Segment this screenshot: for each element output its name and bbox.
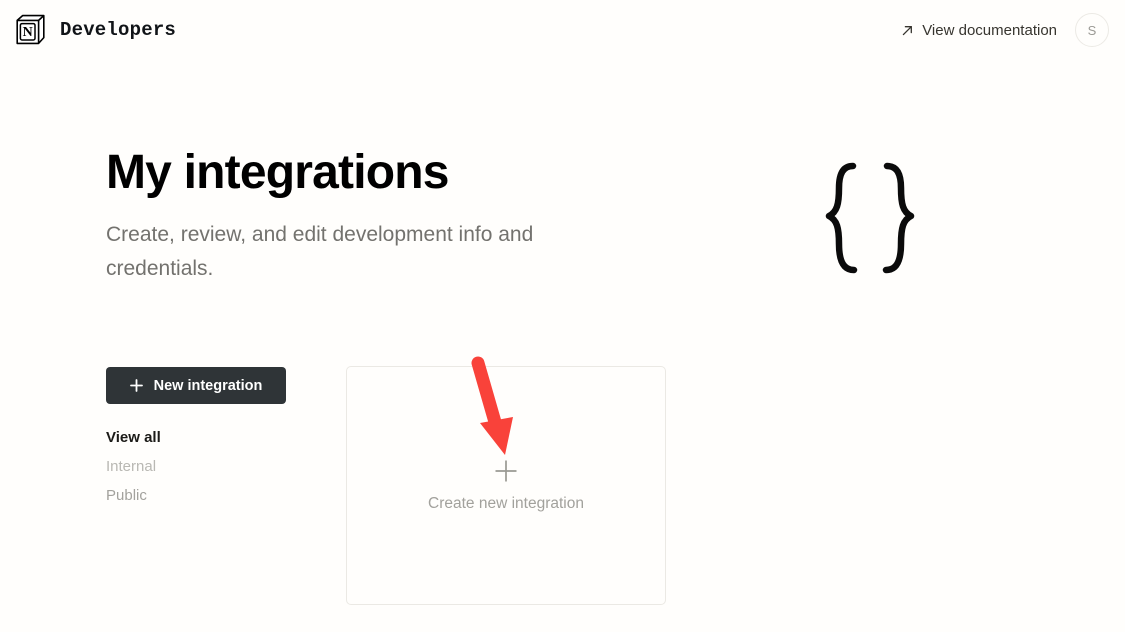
view-documentation-link[interactable]: View documentation <box>901 23 1057 38</box>
notion-logo-icon: N <box>14 13 48 47</box>
header-actions: View documentation S <box>901 13 1109 47</box>
view-documentation-label: View documentation <box>922 21 1057 39</box>
create-new-integration-label: Create new integration <box>428 495 584 513</box>
integration-filter-nav: View all Internal Public <box>106 430 161 503</box>
avatar-initial: S <box>1087 22 1097 38</box>
new-integration-button[interactable]: New integration <box>106 367 286 404</box>
app-header: N Developers View documentation S <box>0 0 1125 60</box>
svg-text:N: N <box>23 25 33 40</box>
filter-item-public-label: Public <box>106 487 147 504</box>
filter-item-public[interactable]: Public <box>106 488 147 503</box>
plus-icon <box>494 459 518 483</box>
brand-home-link[interactable]: N Developers <box>14 13 176 47</box>
filter-item-internal-label: Internal <box>106 458 157 475</box>
arrow-up-right-icon <box>901 24 914 37</box>
avatar[interactable]: S <box>1075 13 1109 47</box>
page-subtitle: Create, review, and edit development inf… <box>106 223 534 281</box>
filter-item-internal[interactable]: Internal <box>106 459 156 474</box>
filter-item-view-all[interactable]: View all <box>106 430 161 445</box>
brand-name: Developers <box>60 18 177 41</box>
create-new-integration-card[interactable]: Create new integration <box>346 366 666 605</box>
curly-braces-icon <box>805 152 935 292</box>
filter-item-view-all-label: View all <box>106 429 161 446</box>
new-integration-button-label: New integration <box>153 377 263 394</box>
page-title: My integrations <box>106 146 450 199</box>
plus-icon <box>129 379 143 392</box>
